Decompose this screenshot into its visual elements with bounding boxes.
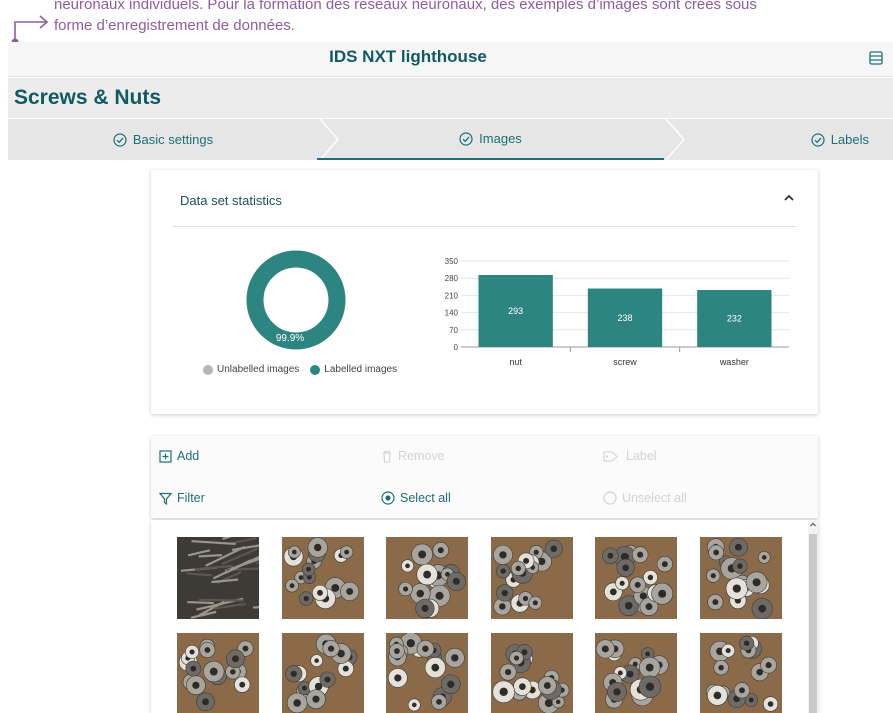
- donut-legend: Unlabelled images Labelled images: [203, 364, 397, 375]
- unselect-all-button[interactable]: Unselect all: [603, 491, 687, 505]
- remove-label: Remove: [398, 449, 445, 463]
- step-label: Images: [479, 131, 522, 146]
- y-tick-label: 0: [454, 343, 459, 352]
- legend-unlabelled: Unlabelled images: [217, 364, 300, 375]
- legend-labelled-dot: [310, 364, 321, 375]
- y-tick-label: 210: [445, 291, 459, 300]
- app-bar: IDS NXT lighthouse: [8, 42, 893, 77]
- annotation-text: neuronaux individuels. Pour la formation…: [54, 0, 757, 36]
- step-label: Labels: [830, 132, 869, 147]
- filter-icon: [159, 492, 172, 505]
- trash-icon: [383, 450, 391, 463]
- select-all-label: Select all: [400, 491, 451, 505]
- image-thumbnail[interactable]: [490, 537, 573, 619]
- add-label: Add: [177, 449, 200, 463]
- image-thumbnail[interactable]: [386, 537, 469, 619]
- list-icon[interactable]: [869, 51, 883, 65]
- legend-labelled: Labelled images: [324, 364, 398, 375]
- check-circle-icon: [459, 131, 473, 146]
- donut-percentage: 99.9%: [276, 333, 304, 344]
- tag-icon: [603, 450, 618, 462]
- class-bar-chart: 350 280 210 140 70 0 293 nut 238 screw 232 washer: [445, 257, 789, 367]
- unselect-all-label: Unselect all: [622, 491, 687, 505]
- filter-label: Filter: [177, 491, 205, 505]
- y-tick-label: 280: [445, 274, 459, 283]
- y-tick-label: 140: [445, 309, 459, 318]
- annotation-callout: neuronaux individuels. Pour la formation…: [0, 0, 893, 46]
- step-basic-settings[interactable]: Basic settings: [8, 119, 318, 160]
- label-label: Label: [626, 449, 657, 463]
- radio-empty-icon: [603, 491, 617, 505]
- check-circle-icon: [113, 132, 127, 147]
- select-all-button[interactable]: Select all: [381, 491, 451, 505]
- image-thumbnail[interactable]: [700, 537, 782, 619]
- step-labels[interactable]: Labels: [688, 119, 893, 160]
- y-tick-label: 350: [445, 257, 459, 266]
- step-separator: [665, 119, 685, 160]
- y-tick-label: 70: [449, 326, 458, 335]
- image-thumbnail[interactable]: [281, 537, 364, 619]
- gallery-scrollbar[interactable]: [808, 520, 818, 713]
- label-button[interactable]: Label: [603, 449, 657, 463]
- chevron-up-icon[interactable]: [784, 194, 794, 202]
- image-thumbnail[interactable]: [700, 633, 782, 713]
- x-tick-label: screw: [613, 357, 637, 367]
- step-images[interactable]: Images: [317, 119, 664, 160]
- legend-unlabelled-dot: [203, 364, 213, 375]
- image-thumbnail[interactable]: [177, 537, 259, 619]
- image-thumbnail[interactable]: [490, 633, 573, 713]
- image-thumbnail[interactable]: [177, 633, 259, 713]
- plus-square-icon: [159, 449, 172, 463]
- image-thumbnail[interactable]: [595, 537, 678, 619]
- image-gallery: [151, 520, 818, 713]
- check-circle-icon: [811, 132, 825, 147]
- image-toolbar: Add Remove Label Filter Select all Unsel…: [151, 436, 818, 518]
- remove-button[interactable]: Remove: [381, 449, 445, 463]
- image-thumbnail[interactable]: [281, 633, 364, 713]
- bar-value-label: 293: [508, 306, 523, 316]
- radio-dot-icon: [381, 491, 395, 505]
- app-title: IDS NXT lighthouse: [329, 47, 487, 66]
- image-thumbnail[interactable]: [386, 633, 469, 713]
- step-label: Basic settings: [132, 132, 214, 147]
- divider: [173, 226, 796, 227]
- image-thumbnail[interactable]: [595, 633, 678, 713]
- x-tick-label: nut: [509, 357, 522, 367]
- filter-button[interactable]: Filter: [159, 491, 205, 505]
- x-tick-label: washer: [719, 357, 749, 367]
- bar-value-label: 232: [727, 313, 742, 323]
- annotation-line-2: forme d’enregistrement de données.: [54, 17, 295, 34]
- scrollbar-thumb[interactable]: [809, 534, 817, 713]
- stats-heading: Data set statistics: [180, 193, 282, 208]
- labelled-donut-chart: 99.9%: [246, 250, 346, 350]
- annotation-line-1: neuronaux individuels. Pour la formation…: [54, 0, 757, 13]
- add-button[interactable]: Add: [159, 449, 199, 463]
- scroll-up-icon[interactable]: [808, 520, 818, 530]
- dataset-statistics-panel: Data set statistics 99.9% Unlabelled ima…: [151, 170, 818, 414]
- donut-labelled-arc: [246, 250, 346, 350]
- project-title: Screws & Nuts: [14, 86, 162, 109]
- bar-value-label: 238: [617, 313, 632, 323]
- workflow-stepper: Basic settings Images Labels: [8, 119, 893, 160]
- project-header: Screws & Nuts: [8, 78, 893, 118]
